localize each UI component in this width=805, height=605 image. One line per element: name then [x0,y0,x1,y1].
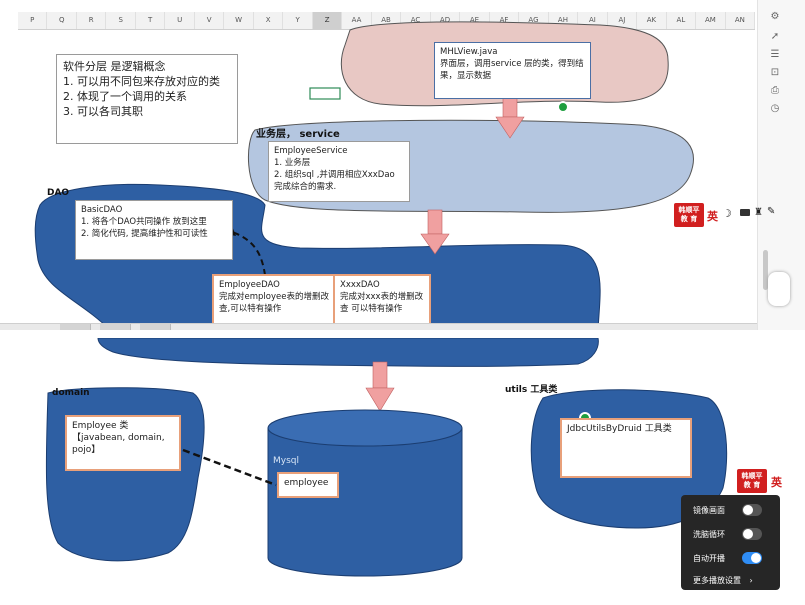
concept-box: 软件分层 是逻辑概念 1. 可以用不同包来存放对应的类 2. 体现了一个调用的关… [56,54,238,144]
view-layer-box: MHLView.java 界面层，调用service 层的类，得到结果，显示数据 [434,42,591,99]
language-toggle[interactable]: 英 [771,474,782,490]
concept-item: 3. 可以各司其职 [63,105,143,118]
utils-box: JdbcUtilsByDruid 工具类 [560,418,692,478]
utils-box-text: JdbcUtilsByDruid 工具类 [567,424,672,434]
xxx-dao-desc: 完成对xxx表的增删改查 可以特有操作 [340,292,424,314]
cursor-dot [557,101,569,113]
utils-layer-label: utils 工具类 [505,385,558,395]
autoplay-toggle[interactable] [742,552,762,564]
view-layer-desc: 界面层，调用service 层的类，得到结果，显示数据 [440,59,584,81]
employee-dao-desc: 完成对employee表的增删改查,可以特有操作 [219,292,329,314]
basic-dao-box: BasicDAO 1. 将各个DAO共同操作 放到这里 2. 简化代码, 提高维… [75,200,233,260]
shirt-icon[interactable]: ♜ [754,207,763,218]
moon-icon[interactable]: ☽ [722,207,732,220]
employee-dao-title: EmployeeDAO [219,280,280,290]
employee-table-name: employee [284,478,329,488]
sheet-tab-bar [0,323,757,330]
mirror-label: 镜像画面 [693,506,725,515]
side-collapse-tab[interactable] [768,272,790,306]
autoplay-label: 自动开播 [693,554,725,563]
brand-logo: 韩顺平 教 育 [674,203,704,227]
domain-layer-shape [45,387,205,562]
service-layer-item: 2. 组织sql ,并调用相应XxxDao 完成综合的需求. [274,170,395,192]
brand-logo: 韩顺平 教 育 [737,469,767,493]
language-toggle[interactable]: 英 [707,208,718,224]
mysql-label: Mysql [273,456,299,466]
diagram-area-bottom: domain Employee 类 【javabean, domain, poj… [18,338,780,588]
basic-dao-title: BasicDAO [81,205,123,215]
gear-icon[interactable]: ⚙ [768,10,782,24]
wrench-icon[interactable]: ✎ [767,206,775,217]
service-layer-title: EmployeeService [274,146,348,156]
service-layer-box: EmployeeService 1. 业务层 2. 组织sql ,并调用相应Xx… [268,141,410,202]
xxx-dao-box: XxxxDAO 完成对xxx表的增删改查 可以特有操作 [333,274,431,330]
domain-box-title: Employee 类 [72,421,129,431]
clock-icon[interactable]: ◷ [768,102,782,116]
brand-logo-line1: 韩顺平 [741,472,763,480]
concept-item: 2. 体现了一个调用的关系 [63,90,187,103]
arrow-dao-to-db [365,361,395,412]
domain-layer-label: domain [52,388,90,398]
align-icon[interactable]: ☰ [768,48,782,62]
service-layer-label: 业务层， service [256,129,340,140]
crop-icon[interactable]: ⊡ [768,66,782,80]
section-divider [0,330,805,338]
dao-layer-shape-bottom [97,338,599,367]
xxx-dao-title: XxxxDAO [340,280,380,290]
mirror-toggle[interactable] [742,504,762,516]
employee-table-box: employee [277,472,339,498]
domain-box-desc: 【javabean, domain, pojo】 [72,433,165,455]
brand-logo-line2: 教 育 [680,215,698,223]
domain-box: Employee 类 【javabean, domain, pojo】 [65,415,181,471]
more-settings-link[interactable]: 更多播放设置 › [693,575,753,586]
view-layer-title: MHLView.java [440,47,498,57]
selected-cell-outline [309,87,341,100]
basic-dao-item: 1. 将各个DAO共同操作 放到这里 [81,217,207,227]
chevron-right-icon: › [749,576,753,585]
basic-dao-item: 2. 简化代码, 提高维护性和可读性 [81,229,208,239]
spreadsheet-area: P Q R S T U V W X Y Z AA AB AC AD AE AF AG AH AI AJ AK AL AM AN … [0,0,805,330]
loop-label: 洗脑循环 [693,530,725,539]
keyboard-icon[interactable] [740,209,750,216]
pointer-icon[interactable]: ➚ [768,30,782,44]
service-layer-item: 1. 业务层 [274,158,311,168]
dao-layer-label: DAO [47,188,70,198]
employee-dao-box: EmployeeDAO 完成对employee表的增删改查,可以特有操作 [212,274,339,330]
concept-item: 1. 可以用不同包来存放对应的类 [63,75,220,88]
more-settings-label: 更多播放设置 [693,576,741,585]
brand-logo-line2: 教 育 [743,481,761,489]
player-settings-panel: 镜像画面 洗脑循环 自动开播 更多播放设置 › [681,495,780,590]
brand-logo-line1: 韩顺平 [678,206,700,214]
loop-toggle[interactable] [742,528,762,540]
print-icon[interactable]: ⎙ [768,84,782,98]
concept-title: 软件分层 是逻辑概念 [63,60,166,73]
